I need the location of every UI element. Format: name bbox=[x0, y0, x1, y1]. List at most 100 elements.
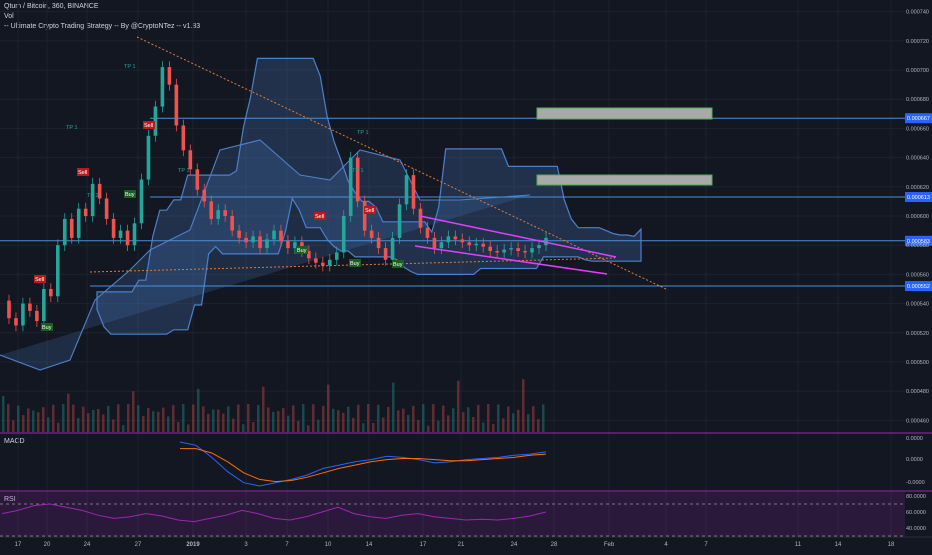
candle-body bbox=[209, 201, 214, 219]
sell-signal-label: Sell bbox=[144, 123, 153, 129]
volume-bar bbox=[152, 411, 155, 432]
volume-bar bbox=[507, 406, 510, 432]
volume-bar bbox=[162, 407, 165, 432]
candle-body bbox=[237, 230, 241, 238]
signal-tp-label: TP 2 bbox=[87, 193, 99, 199]
volume-bar bbox=[367, 404, 370, 432]
candle-body bbox=[181, 125, 186, 151]
time-tick-label: 17 bbox=[420, 542, 427, 548]
volume-bar bbox=[112, 419, 115, 432]
price-tick-label: 0.000740 bbox=[906, 10, 929, 16]
volume-bar bbox=[62, 404, 65, 432]
signal-tp-label: TP 1 bbox=[352, 168, 364, 174]
candle-body bbox=[467, 242, 472, 246]
price-tick-label: 0.000500 bbox=[906, 360, 929, 366]
volume-bar bbox=[77, 418, 80, 432]
volume-bar bbox=[207, 413, 210, 432]
volume-bar bbox=[462, 412, 465, 432]
signal-tp-label: TP 1 bbox=[178, 168, 190, 174]
candle-body bbox=[425, 227, 430, 238]
candle-body bbox=[460, 239, 465, 243]
price-tick-label: 0.000460 bbox=[906, 418, 929, 424]
volume-bar bbox=[387, 406, 390, 432]
volume-bar bbox=[67, 393, 70, 432]
candle-body bbox=[62, 218, 67, 246]
volume-bar bbox=[167, 416, 170, 432]
volume-bar bbox=[12, 420, 15, 432]
volume-bar bbox=[217, 409, 220, 432]
volume-bar bbox=[127, 404, 130, 432]
time-tick-label: 11 bbox=[795, 542, 802, 548]
candle-body bbox=[279, 230, 283, 241]
price-tick-label: 0.000640 bbox=[906, 156, 929, 162]
volume-bar bbox=[282, 408, 285, 432]
candle-body bbox=[314, 258, 318, 263]
price-tick-label: 0.000580 bbox=[906, 243, 929, 249]
volume-bar bbox=[322, 405, 325, 432]
volume-bar bbox=[267, 407, 270, 432]
candle-body bbox=[411, 175, 416, 209]
volume-bar bbox=[397, 410, 400, 432]
volume-bar bbox=[287, 415, 290, 432]
candle-body bbox=[369, 230, 374, 238]
volume-bar bbox=[32, 410, 35, 432]
candle-body bbox=[188, 150, 193, 170]
volume-bar bbox=[467, 407, 470, 432]
candle-body bbox=[286, 240, 290, 249]
volume-bar bbox=[237, 404, 240, 432]
candle-body bbox=[495, 251, 499, 253]
candle-body bbox=[251, 236, 255, 243]
volume-bar bbox=[447, 415, 450, 432]
candle-body bbox=[321, 262, 325, 266]
candle-body bbox=[362, 201, 367, 231]
candle-body bbox=[35, 310, 39, 322]
candle-body bbox=[404, 175, 409, 205]
candle-body bbox=[216, 210, 221, 219]
macd-tick-label: 0.0000 bbox=[906, 436, 923, 442]
volume-bar bbox=[42, 407, 45, 432]
candle-body bbox=[244, 237, 248, 243]
volume-bar bbox=[87, 413, 90, 432]
volume-bar bbox=[7, 404, 10, 432]
volume-bar bbox=[97, 408, 100, 432]
volume-bar bbox=[502, 418, 505, 432]
candle-body bbox=[397, 204, 402, 238]
volume-bar bbox=[52, 404, 55, 432]
time-tick-label: 24 bbox=[84, 542, 91, 548]
rsi-background bbox=[0, 492, 905, 536]
volume-bar bbox=[82, 406, 85, 432]
price-label: 0.000667 bbox=[907, 116, 930, 122]
time-tick-label: 17 bbox=[15, 542, 22, 548]
candle-body bbox=[376, 237, 381, 249]
candle-body bbox=[132, 223, 137, 246]
signal-tp-label: TP 1 bbox=[66, 125, 78, 131]
volume-bar bbox=[392, 382, 395, 432]
candle-body bbox=[167, 67, 172, 85]
volume-bar bbox=[277, 411, 280, 432]
volume-bar bbox=[182, 404, 185, 432]
macd-line bbox=[179, 441, 547, 487]
volume-bar bbox=[492, 423, 495, 432]
volume-bar bbox=[272, 411, 275, 432]
volume-bar bbox=[522, 379, 525, 432]
price-tick-label: 0.000660 bbox=[906, 126, 929, 132]
volume-bar bbox=[432, 404, 435, 432]
volume-bar bbox=[212, 409, 215, 432]
candle-body bbox=[83, 208, 88, 216]
candle-body bbox=[42, 288, 46, 322]
volume-bar bbox=[292, 405, 295, 432]
candle-body bbox=[139, 179, 144, 224]
target-box bbox=[536, 174, 713, 186]
volume-bar bbox=[477, 404, 480, 432]
candle-body bbox=[474, 243, 479, 246]
candle-body bbox=[327, 259, 332, 266]
trading-chart[interactable]: 0.000667 0.000613 0.000583 0.000552 TP 1 TP 1… bbox=[0, 0, 932, 550]
volume-bar bbox=[262, 386, 265, 432]
price-tick-label: 0.000680 bbox=[906, 97, 929, 103]
volume-bar bbox=[197, 388, 200, 432]
volume-bar bbox=[337, 410, 340, 432]
candle-body bbox=[223, 210, 227, 216]
volume-bar bbox=[297, 420, 300, 432]
price-label: 0.000552 bbox=[907, 284, 930, 290]
time-tick-label: 4 bbox=[664, 542, 668, 548]
